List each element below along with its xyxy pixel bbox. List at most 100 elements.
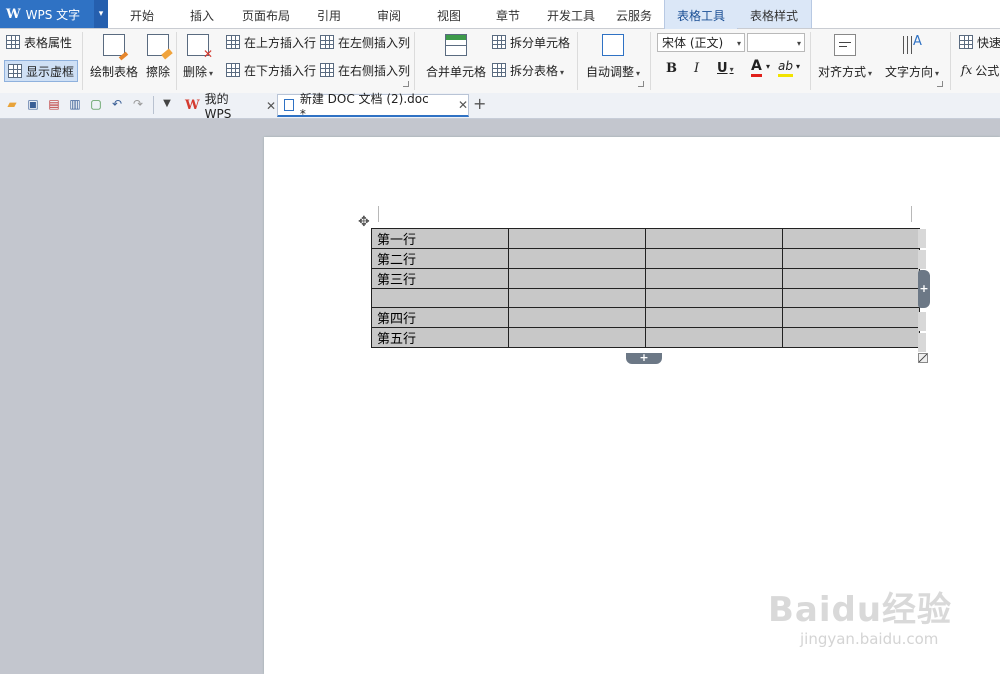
table-cell[interactable]	[645, 228, 783, 249]
new-tab-button[interactable]: +	[473, 94, 486, 113]
print-icon[interactable]: ▥	[68, 97, 82, 111]
table-cell[interactable]: 第一行	[371, 228, 509, 249]
tab-developer[interactable]: 开发工具	[538, 0, 604, 28]
tab-cloud[interactable]: 云服务	[604, 0, 664, 28]
table-cell[interactable]	[645, 307, 783, 328]
insert-column-right-button[interactable]: 在右侧插入列	[320, 60, 410, 80]
tab-home[interactable]: 开始	[112, 0, 172, 28]
insert-row-below-button[interactable]: 在下方插入行	[226, 60, 316, 80]
table-cell[interactable]	[645, 268, 783, 289]
table-cell[interactable]	[645, 248, 783, 269]
table-cell[interactable]	[508, 268, 646, 289]
draw-table-button[interactable]: 绘制表格	[90, 29, 138, 80]
bold-button[interactable]: B	[666, 61, 677, 76]
table-cell[interactable]	[508, 288, 646, 308]
close-icon[interactable]: ✕	[266, 99, 276, 113]
table-cell[interactable]	[782, 327, 920, 348]
table-cell[interactable]: 第二行	[371, 248, 509, 269]
dialog-launcher-icon[interactable]	[937, 81, 943, 87]
document-table[interactable]: 第一行 第二行 第三行第四行 第五行	[371, 228, 920, 348]
table-cell[interactable]	[508, 307, 646, 328]
table-cell[interactable]	[645, 327, 783, 348]
delete-table-icon	[187, 34, 213, 61]
table-cell[interactable]: 第三行	[371, 268, 509, 289]
tab-review[interactable]: 审阅	[358, 0, 420, 28]
insert-column-left-button[interactable]: 在左侧插入列	[320, 32, 410, 52]
close-icon[interactable]: ✕	[458, 98, 468, 112]
table-cell[interactable]	[782, 228, 920, 249]
formula-fx-icon: fx	[961, 63, 973, 77]
tab-table-style[interactable]: 表格样式	[737, 0, 812, 28]
table-cell[interactable]	[508, 327, 646, 348]
split-cells-button[interactable]: 拆分单元格	[492, 32, 570, 52]
table-cell[interactable]	[782, 307, 920, 328]
alignment-button[interactable]: 对齐方式 ▾	[818, 29, 872, 80]
tab-references[interactable]: 引用	[300, 0, 358, 28]
font-color-button[interactable]: A	[751, 59, 762, 77]
doc-tab-my-wps[interactable]: W 我的WPS ✕	[180, 92, 276, 121]
delete-button[interactable]: 删除▾	[183, 29, 213, 80]
quick-calc-button[interactable]: 快速	[959, 32, 1000, 52]
alignment-icon	[834, 34, 857, 56]
auto-fit-button[interactable]: 自动调整 ▾	[586, 29, 640, 80]
dialog-launcher-icon[interactable]	[403, 81, 409, 87]
underline-button[interactable]: U ▾	[717, 61, 734, 76]
row-resize-bar[interactable]	[918, 333, 926, 352]
chevron-down-icon[interactable]: ▾	[796, 62, 800, 71]
ribbon-divider	[577, 32, 578, 90]
table-cell[interactable]: 第四行	[371, 307, 509, 328]
gridlines-icon	[8, 64, 22, 78]
chevron-down-icon: ▾	[736, 39, 741, 48]
text-direction-button[interactable]: 文字方向▾	[885, 29, 939, 80]
merge-cells-button[interactable]: 合并单元格	[426, 29, 486, 80]
table-cell[interactable]	[508, 228, 646, 249]
export-pdf-icon[interactable]: ▤	[47, 97, 61, 111]
font-size-select[interactable]: ▾	[747, 33, 805, 52]
table-properties-button[interactable]: 表格属性	[6, 32, 72, 52]
auto-fit-label: 自动调整 ▾	[586, 65, 641, 79]
table-cell[interactable]: 第五行	[371, 327, 509, 348]
row-resize-bar[interactable]	[918, 250, 926, 269]
tab-table-tools[interactable]: 表格工具	[664, 0, 738, 29]
table-cell[interactable]	[508, 248, 646, 269]
doc-tab-label: 我的WPS	[204, 92, 232, 121]
text-direction-icon	[901, 34, 924, 56]
table-cell[interactable]	[645, 288, 783, 308]
table-cell[interactable]	[782, 248, 920, 269]
erase-button[interactable]: 擦除	[146, 29, 170, 80]
tab-page-layout[interactable]: 页面布局	[232, 0, 300, 28]
row-resize-bar[interactable]	[918, 312, 926, 331]
print-preview-icon[interactable]: ▢	[89, 97, 103, 111]
save-icon[interactable]: ▣	[26, 97, 40, 111]
highlight-button[interactable]: ab	[778, 59, 793, 77]
tab-section[interactable]: 章节	[478, 0, 538, 28]
formula-button[interactable]: fx 公式	[961, 60, 999, 80]
open-folder-icon[interactable]: ▰	[5, 97, 19, 111]
table-cell[interactable]	[782, 268, 920, 289]
split-table-button[interactable]: 拆分表格 ▾	[492, 60, 564, 80]
auto-fit-icon	[602, 34, 625, 56]
redo-icon[interactable]: ↷	[131, 97, 145, 111]
table-resize-handle-icon[interactable]	[918, 353, 928, 363]
font-name-select[interactable]: 宋体 (正文) ▾	[657, 33, 745, 52]
app-menu-dropdown-icon[interactable]: ▾	[94, 0, 108, 28]
customize-dropdown-icon[interactable]: ▼	[160, 97, 174, 111]
add-column-button[interactable]: +	[918, 270, 930, 308]
table-move-handle-icon[interactable]: ✥	[358, 214, 370, 230]
split-cells-label: 拆分单元格	[510, 35, 571, 50]
tab-insert[interactable]: 插入	[172, 0, 232, 28]
show-gridlines-button[interactable]: 显示虚框	[4, 60, 79, 82]
add-row-button[interactable]: +	[626, 352, 662, 364]
italic-button[interactable]: I	[694, 61, 699, 76]
chevron-down-icon[interactable]: ▾	[766, 62, 770, 71]
doc-tab-current[interactable]: 新建 DOC 文档 (2).doc * ✕	[277, 92, 469, 121]
tab-view[interactable]: 视图	[420, 0, 478, 28]
dialog-launcher-icon[interactable]	[638, 81, 644, 87]
insert-row-above-button[interactable]: 在上方插入行	[226, 32, 316, 52]
insert-row-above-label: 在上方插入行	[244, 35, 317, 50]
row-resize-bar[interactable]	[918, 229, 926, 248]
table-cell[interactable]	[782, 288, 920, 308]
undo-icon[interactable]: ↶	[110, 97, 124, 111]
app-menu-button[interactable]: W WPS 文字	[0, 0, 94, 28]
table-cell[interactable]	[371, 288, 509, 308]
